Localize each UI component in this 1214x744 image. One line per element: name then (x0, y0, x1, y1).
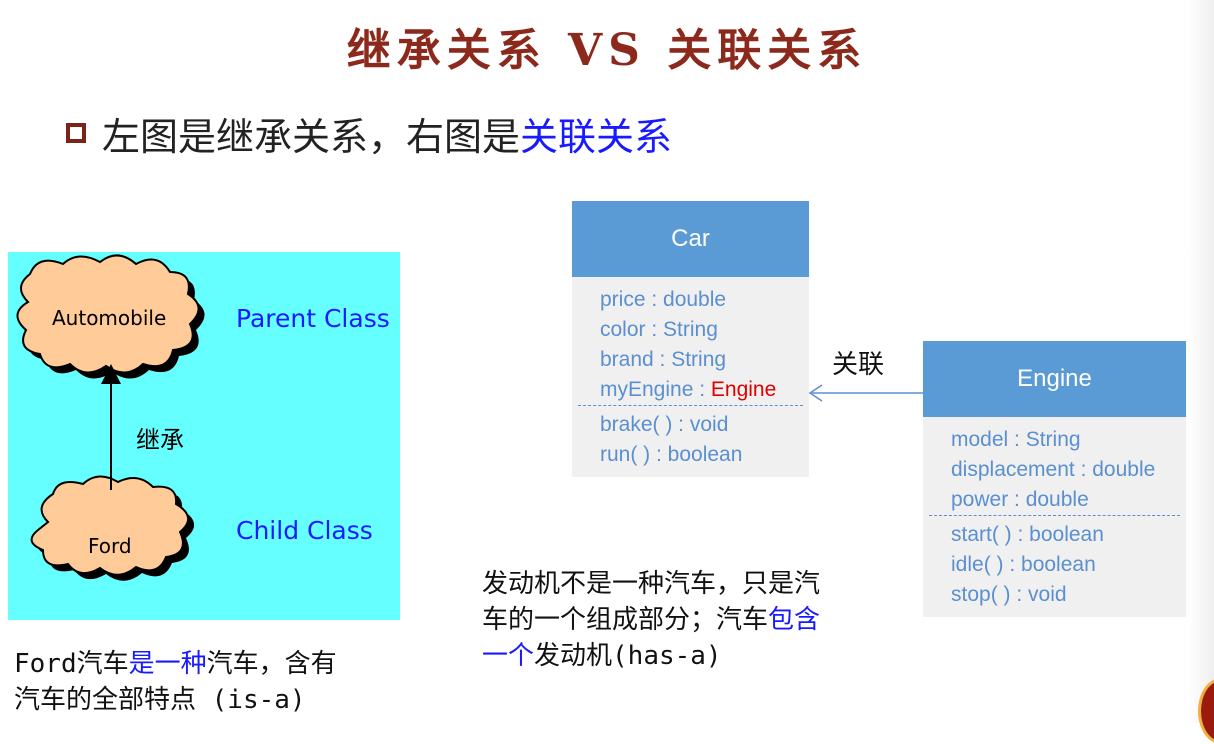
car-operation: brake( ) : void (600, 413, 729, 436)
car-engine-attr-type: Engine (710, 378, 777, 401)
engine-attributes: model : String displacement : double pow… (923, 417, 1186, 515)
association-note-line1: 发动机不是一种汽车，只是汽 (482, 569, 821, 599)
engine-operation: stop( ) : void (951, 583, 1067, 606)
association-note-line3: 一个发动机(has-a) (482, 638, 820, 674)
car-attribute: color : String (600, 318, 718, 341)
car-engine-attr-prefix: myEngine : (600, 378, 711, 401)
engine-class-name: Engine (923, 341, 1186, 417)
association-label: 关联 (832, 350, 885, 380)
child-class-label: Child Class (236, 516, 373, 545)
subtitle-prefix: 左图是继承关系，右图是 (102, 114, 521, 159)
engine-operation: idle( ) : boolean (951, 553, 1096, 576)
car-class-name: Car (572, 201, 809, 277)
caption-part2: 汽车，含有 (206, 649, 337, 679)
association-arrow (808, 384, 924, 402)
child-cloud-shape (30, 475, 189, 576)
association-note: 发动机不是一种汽车，只是汽 车的一个组成部分；汽车包含 一个发动机(has-a) (482, 566, 820, 674)
car-operation: run( ) : boolean (600, 443, 743, 466)
subtitle: 左图是继承关系，右图是关联关系 (102, 106, 672, 161)
inheritance-diagram: Automobile Ford Parent Class Child Class… (8, 252, 400, 620)
car-attribute: price : double (600, 288, 727, 311)
parent-cloud-label: Automobile (52, 306, 167, 330)
car-attribute: brand : String (600, 348, 727, 371)
association-note-line2: 车的一个组成部分；汽车包含 (482, 602, 820, 638)
engine-attribute: displacement : double (951, 458, 1156, 481)
car-attributes: price : double color : String brand : St… (572, 277, 809, 405)
engine-attribute: model : String (951, 428, 1081, 451)
child-cloud-label: Ford (88, 534, 132, 558)
slide-title: 继承关系 VS 关联关系 (346, 25, 868, 76)
slide-edge-shade (1188, 0, 1214, 723)
engine-class-box: Engine model : String displacement : dou… (923, 341, 1186, 617)
parent-class-label: Parent Class (236, 304, 390, 333)
note-line3-highlight: 一个 (482, 641, 535, 671)
car-operations: brake( ) : void run( ) : boolean (572, 406, 809, 470)
engine-operation: start( ) : boolean (951, 523, 1104, 546)
engine-attribute: power : double (951, 488, 1089, 511)
inheritance-caption: Ford汽车是一种汽车，含有 汽车的全部特点 (is-a) (14, 646, 337, 718)
car-class-box: Car price : double color : String brand … (572, 201, 809, 477)
note-line2-prefix: 车的一个组成部分；汽车 (482, 605, 769, 635)
subtitle-bullet-row: 左图是继承关系，右图是关联关系 (66, 106, 672, 161)
car-attribute-engine: myEngine : Engine (600, 375, 809, 405)
engine-operations: start( ) : boolean idle( ) : boolean sto… (923, 516, 1186, 610)
caption-highlight: 是一种 (128, 649, 207, 679)
inheritance-caption-line2: 汽车的全部特点 (is-a) (14, 685, 306, 715)
caption-part1: Ford汽车 (14, 649, 129, 679)
subtitle-highlight: 关联关系 (520, 114, 673, 159)
note-line2-highlight: 包含 (768, 605, 821, 635)
inheritance-caption-line1: Ford汽车是一种汽车，含有 (14, 646, 337, 682)
note-line3-suffix: 发动机(has-a) (534, 641, 722, 671)
square-bullet-icon (66, 123, 86, 143)
inheritance-arrow-label: 继承 (136, 426, 184, 454)
